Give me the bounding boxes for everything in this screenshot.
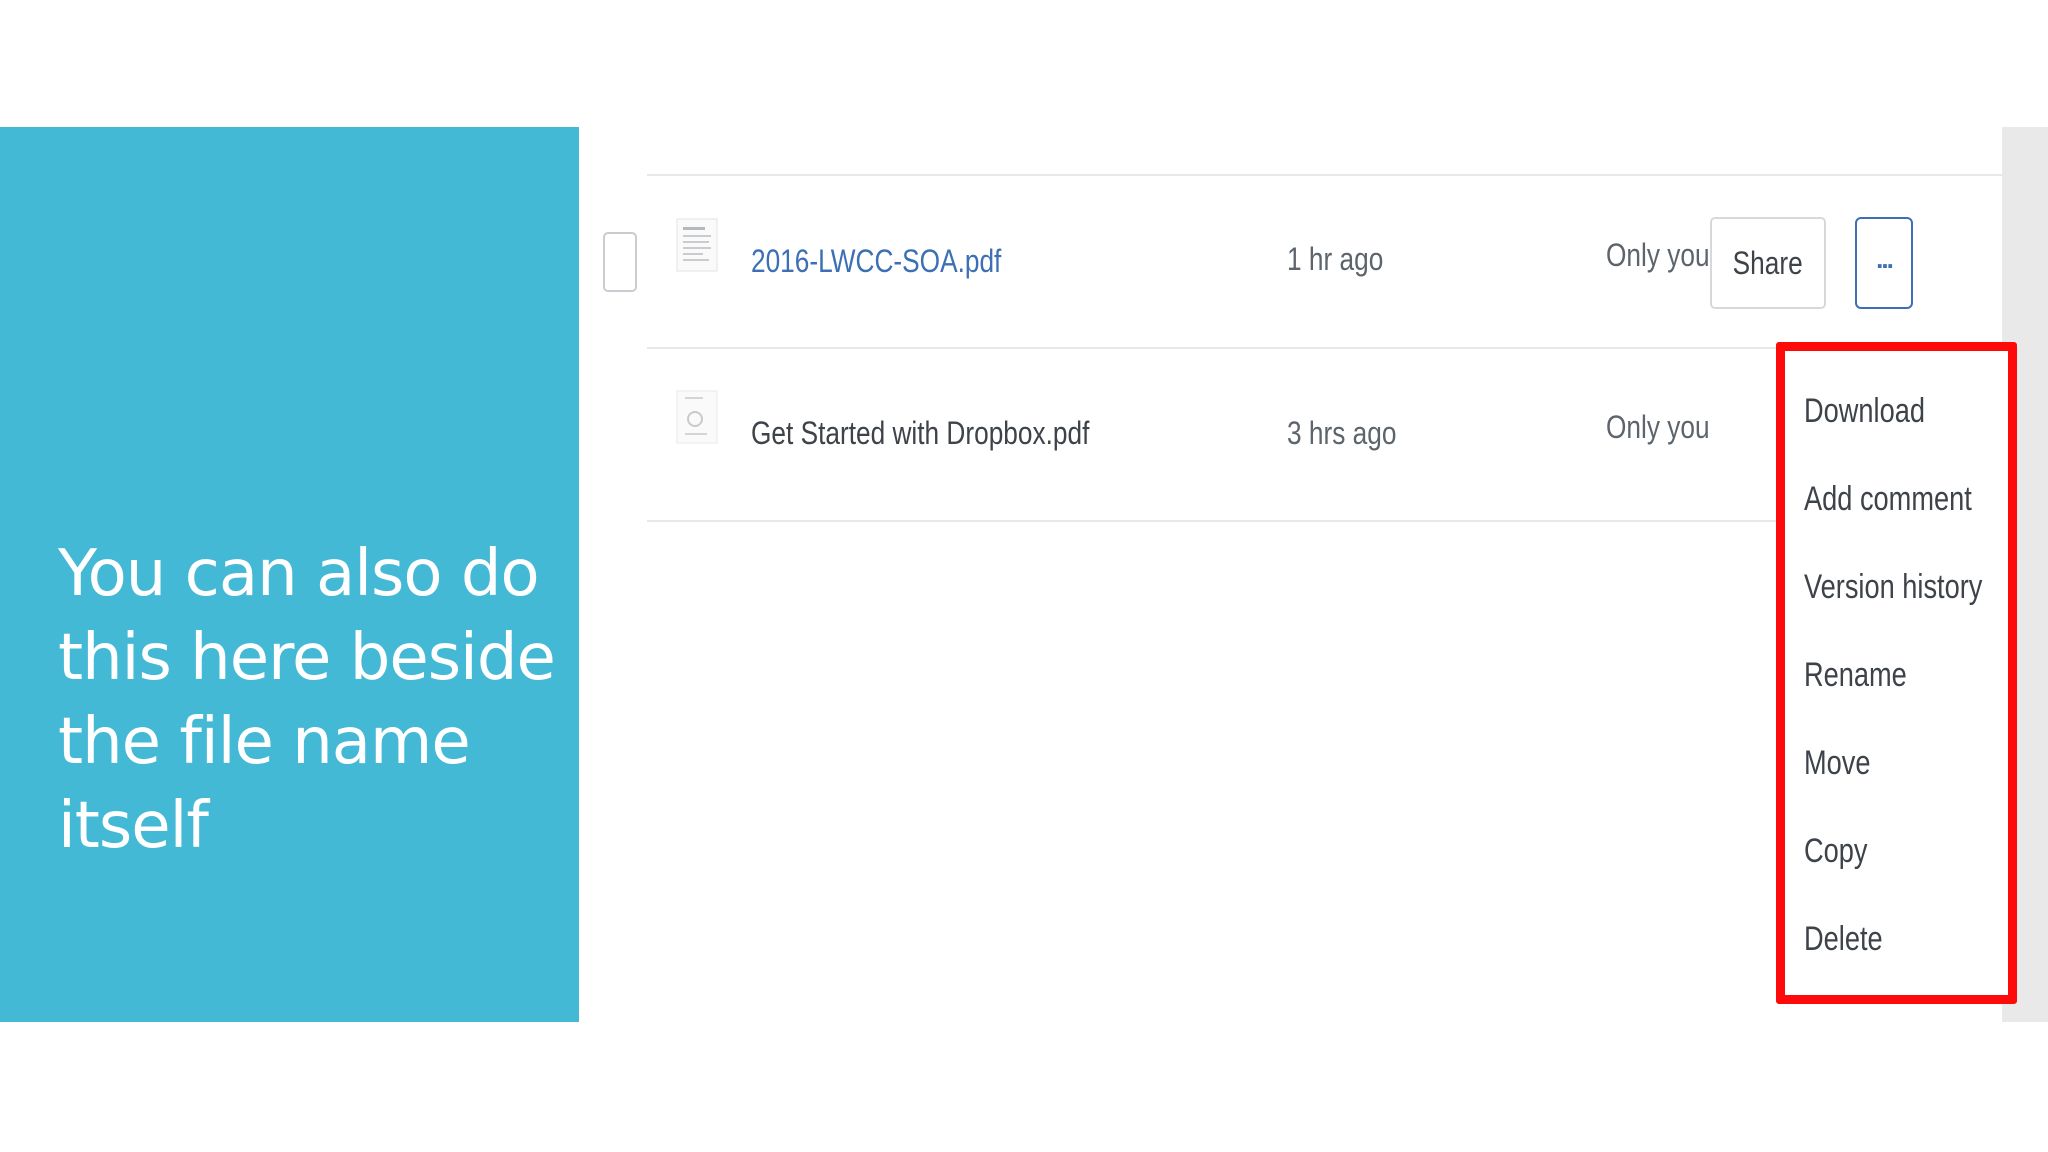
menu-item-copy[interactable]: Copy bbox=[1804, 821, 1868, 881]
file-actions-menu: Download Add comment Version history Ren… bbox=[1776, 342, 2017, 1004]
share-button[interactable]: Share bbox=[1710, 217, 1826, 309]
share-button-label: Share bbox=[1732, 244, 1804, 281]
slide-caption: You can also do this here beside the fil… bbox=[58, 537, 556, 863]
file-modified: 1 hr ago bbox=[1287, 241, 1384, 277]
menu-item-rename[interactable]: Rename bbox=[1804, 645, 1907, 705]
file-members: Only you bbox=[1606, 409, 1710, 445]
menu-item-delete[interactable]: Delete bbox=[1804, 909, 1883, 969]
divider bbox=[647, 347, 1777, 349]
divider bbox=[647, 520, 1777, 522]
pdf-file-icon bbox=[676, 218, 718, 272]
divider bbox=[647, 174, 2007, 176]
menu-item-add-comment[interactable]: Add comment bbox=[1804, 469, 1972, 529]
pdf-file-icon bbox=[676, 390, 718, 444]
file-members: Only you bbox=[1606, 237, 1710, 273]
ellipsis-icon: ... bbox=[1876, 243, 1894, 274]
file-name[interactable]: Get Started with Dropbox.pdf bbox=[751, 415, 1089, 452]
menu-item-version-history[interactable]: Version history bbox=[1804, 557, 1982, 617]
menu-item-download[interactable]: Download bbox=[1804, 381, 1925, 441]
menu-item-move[interactable]: Move bbox=[1804, 733, 1871, 793]
more-actions-button[interactable]: ... bbox=[1855, 217, 1913, 309]
file-checkbox[interactable] bbox=[603, 232, 637, 292]
file-modified: 3 hrs ago bbox=[1287, 415, 1397, 451]
slide-panel: You can also do this here beside the fil… bbox=[0, 127, 579, 1022]
file-name-link[interactable]: 2016-LWCC-SOA.pdf bbox=[751, 243, 1001, 280]
dropbox-file-list: 2016-LWCC-SOA.pdf 1 hr ago Only you Shar… bbox=[579, 127, 2048, 1022]
